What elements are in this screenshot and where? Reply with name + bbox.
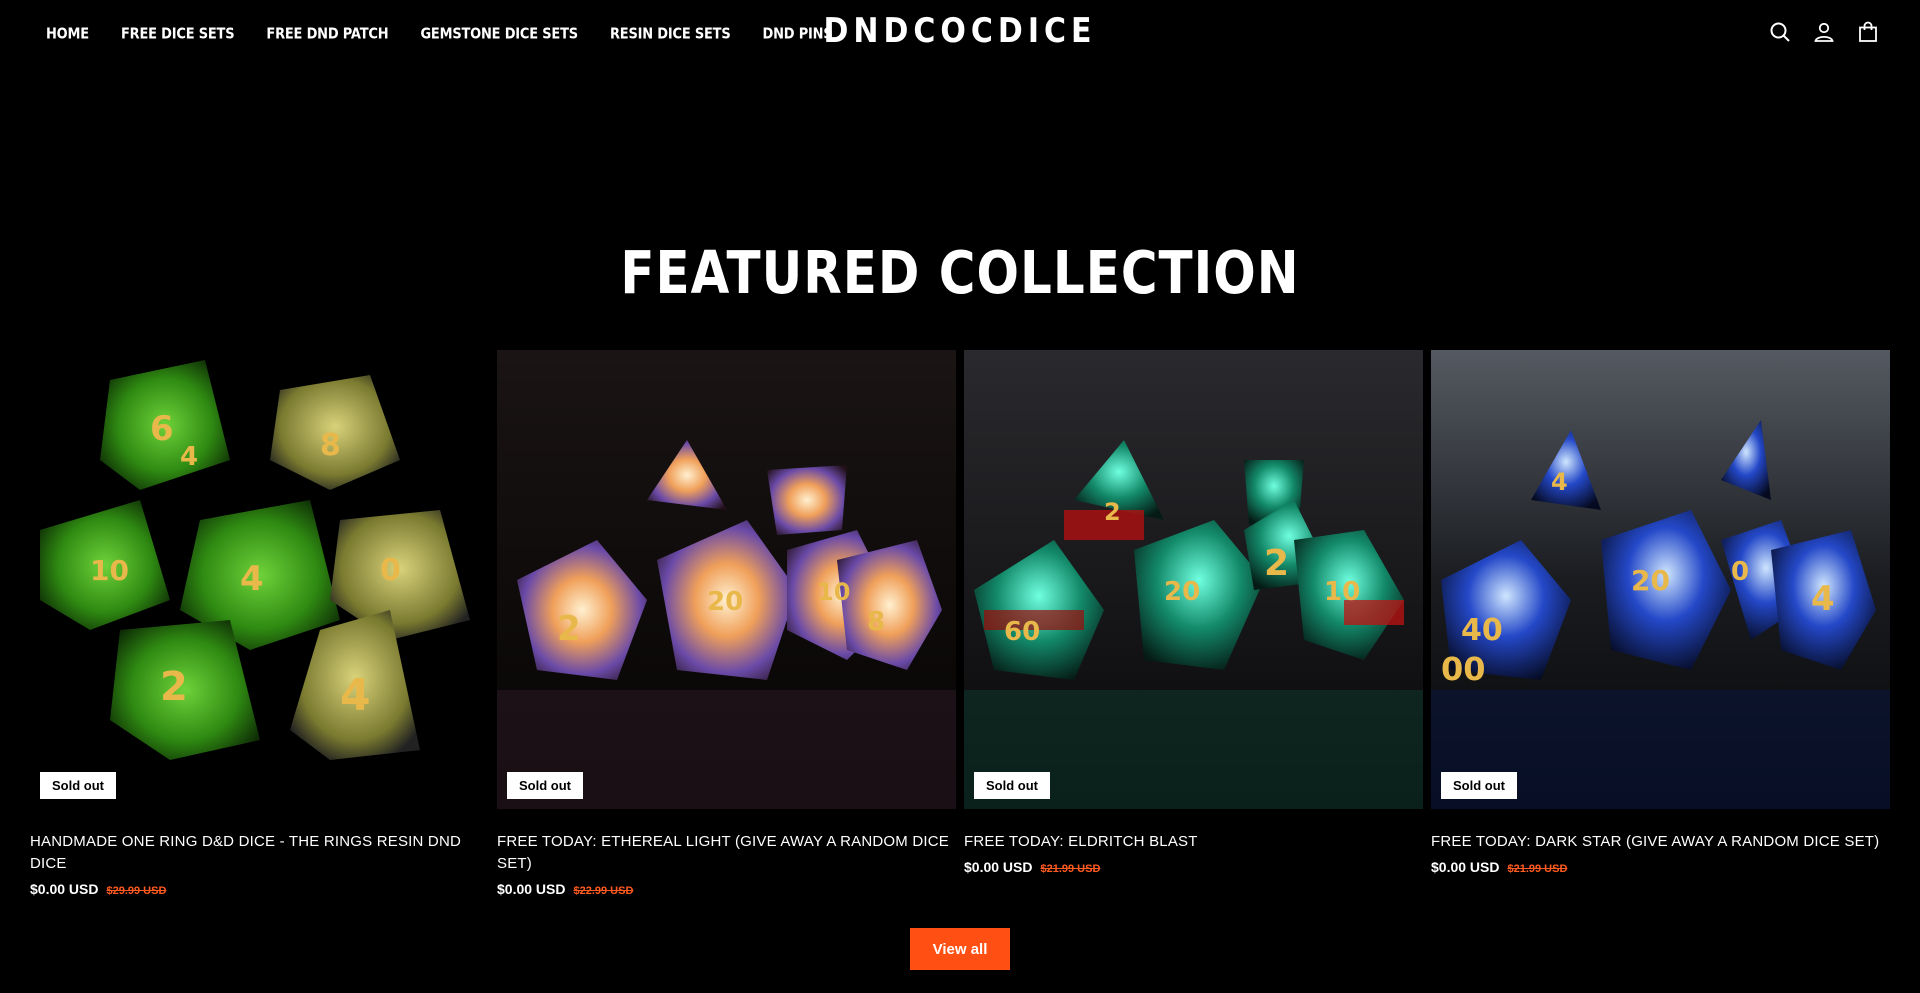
svg-text:4: 4: [240, 559, 264, 599]
product-image[interactable]: 2 20 10 8 Sold out: [497, 350, 956, 809]
product-card[interactable]: 60 20 2 10 2 Sold out FREE TODAY: ELDRITCH…: [964, 350, 1423, 897]
product-card[interactable]: 40 20 0 4 4 00 Sold out FREE TODAY: DARK ST…: [1431, 350, 1890, 897]
price-row: $0.00 USD $21.99 USD: [1431, 859, 1890, 875]
product-card[interactable]: 64 8 10 40 24 Sold out HANDMADE ONE RING …: [30, 350, 489, 897]
product-card[interactable]: 2 20 10 8 Sold out FREE TODAY: ETHEREAL LI…: [497, 350, 956, 897]
price-row: $0.00 USD $29.99 USD: [30, 881, 489, 897]
svg-text:60: 60: [1004, 617, 1040, 647]
svg-text:2: 2: [160, 664, 188, 710]
product-grid: 64 8 10 40 24 Sold out HANDMADE ONE RING …: [30, 350, 1890, 897]
main-nav: HOME FREE DICE SETS FREE DND PATCH GEMST…: [46, 0, 865, 68]
sold-out-badge: Sold out: [1441, 772, 1517, 799]
view-all-button[interactable]: View all: [910, 928, 1010, 970]
svg-text:0: 0: [380, 553, 401, 588]
product-price: $0.00 USD: [497, 881, 566, 897]
svg-text:4: 4: [1811, 579, 1835, 619]
header-icons: [1768, 20, 1880, 44]
site-logo[interactable]: DNDCOCDICE: [823, 12, 1096, 51]
product-image[interactable]: 60 20 2 10 2 Sold out: [964, 350, 1423, 809]
svg-text:4: 4: [1551, 468, 1568, 496]
nav-item-dnd-pins[interactable]: DND PINS: [763, 25, 833, 42]
dark-blue-dice-image: 40 20 0 4 4 00: [1431, 350, 1890, 809]
product-title[interactable]: FREE TODAY: ELDRITCH BLAST: [964, 831, 1423, 853]
svg-text:4: 4: [180, 442, 198, 472]
product-title[interactable]: FREE TODAY: ETHEREAL LIGHT (GIVE AWAY A …: [497, 831, 956, 875]
cart-icon[interactable]: [1856, 20, 1880, 44]
sold-out-badge: Sold out: [40, 772, 116, 799]
green-gold-dice-image: 64 810 40 24: [30, 350, 489, 809]
svg-text:2: 2: [1104, 498, 1121, 526]
opal-dice-image: 2 20 10 8: [497, 350, 956, 809]
svg-text:20: 20: [707, 587, 743, 617]
svg-text:8: 8: [320, 428, 341, 463]
product-title[interactable]: FREE TODAY: DARK STAR (GIVE AWAY A RANDO…: [1431, 831, 1890, 853]
search-icon[interactable]: [1768, 20, 1792, 44]
site-header: HOME FREE DICE SETS FREE DND PATCH GEMST…: [0, 0, 1920, 68]
compare-price: $22.99 USD: [573, 885, 634, 897]
account-icon[interactable]: [1812, 20, 1836, 44]
svg-text:10: 10: [90, 554, 129, 587]
nav-item-resin-dice-sets[interactable]: RESIN DICE SETS: [610, 25, 731, 42]
sold-out-badge: Sold out: [507, 772, 583, 799]
svg-text:8: 8: [867, 607, 885, 637]
product-title[interactable]: HANDMADE ONE RING D&D DICE - THE RINGS R…: [30, 831, 489, 875]
svg-text:20: 20: [1164, 577, 1200, 607]
product-price: $0.00 USD: [1431, 859, 1500, 875]
nav-item-home[interactable]: HOME: [46, 25, 89, 42]
svg-text:2: 2: [557, 609, 581, 649]
product-price: $0.00 USD: [30, 881, 99, 897]
nav-item-free-dnd-patch[interactable]: FREE DND PATCH: [266, 25, 388, 42]
svg-text:10: 10: [817, 578, 850, 606]
sold-out-badge: Sold out: [974, 772, 1050, 799]
product-image[interactable]: 40 20 0 4 4 00 Sold out: [1431, 350, 1890, 809]
nav-item-free-dice-sets[interactable]: FREE DICE SETS: [121, 25, 235, 42]
section-title: FEATURED COLLECTION: [620, 238, 1300, 308]
svg-text:10: 10: [1324, 577, 1360, 607]
svg-text:4: 4: [340, 670, 371, 721]
nav-item-gemstone-dice-sets[interactable]: GEMSTONE DICE SETS: [420, 25, 578, 42]
product-image[interactable]: 64 8 10 40 24 Sold out: [30, 350, 489, 809]
svg-text:0: 0: [1731, 557, 1749, 587]
price-row: $0.00 USD $21.99 USD: [964, 859, 1423, 875]
svg-text:20: 20: [1631, 564, 1670, 597]
compare-price: $21.99 USD: [1040, 863, 1101, 875]
price-row: $0.00 USD $22.99 USD: [497, 881, 956, 897]
compare-price: $21.99 USD: [1507, 863, 1568, 875]
svg-text:00: 00: [1441, 650, 1486, 688]
teal-red-dice-image: 60 20 2 10 2: [964, 350, 1423, 809]
svg-text:6: 6: [150, 409, 174, 449]
compare-price: $29.99 USD: [106, 885, 167, 897]
product-price: $0.00 USD: [964, 859, 1033, 875]
svg-text:2: 2: [1264, 543, 1289, 584]
svg-text:40: 40: [1461, 613, 1503, 648]
